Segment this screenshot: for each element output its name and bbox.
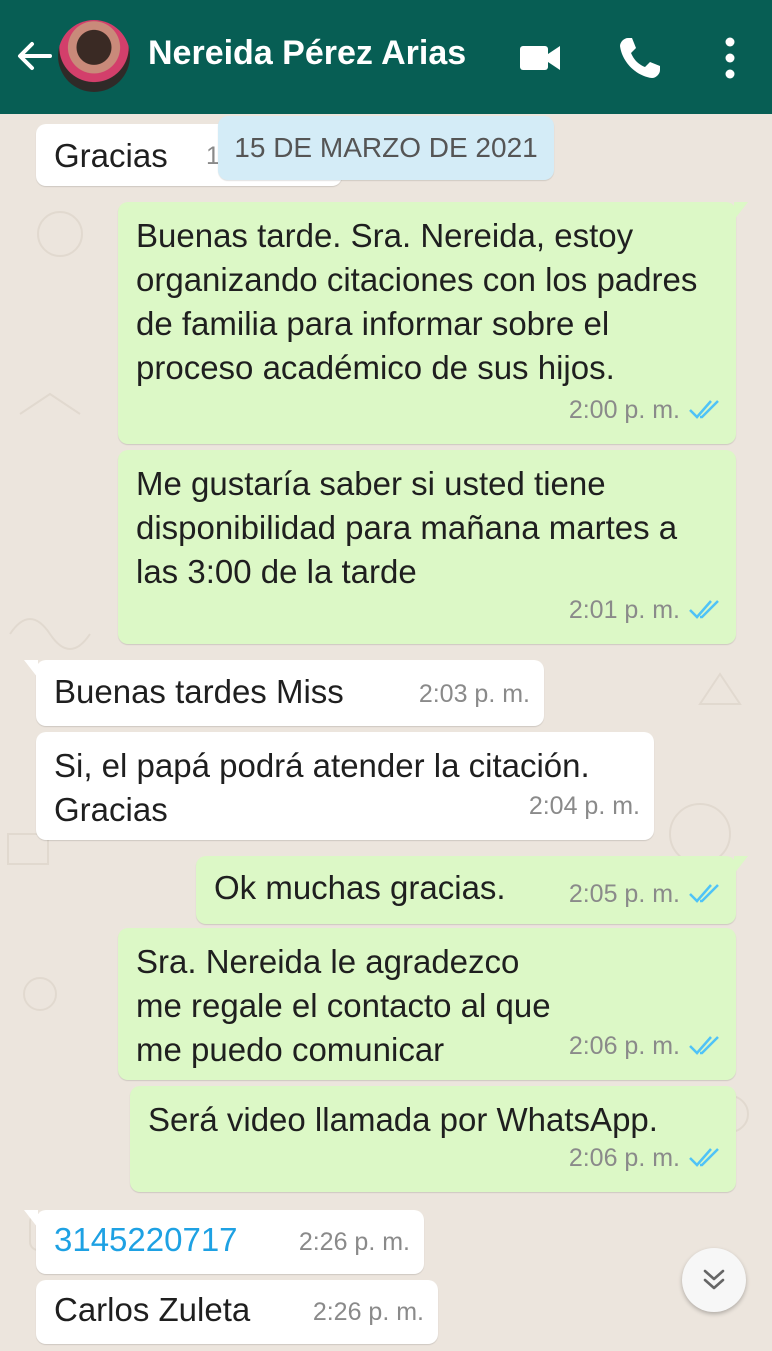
date-chip: 15 DE MARZO DE 2021 <box>218 116 554 180</box>
message-time: 2:06 p. m. <box>569 1024 722 1068</box>
message-time: 2:01 p. m. <box>569 588 722 632</box>
message-bubble-incoming[interactable]: Carlos Zuleta 2:26 p. m. <box>36 1280 438 1344</box>
message-bubble-outgoing[interactable]: Ok muchas gracias. 2:05 p. m. <box>196 856 748 924</box>
message-bubble-outgoing[interactable]: Buenas tarde. Sra. Nereida, estoy organi… <box>118 202 748 444</box>
message-time: 2:03 p. m. <box>418 680 530 708</box>
message-time: 2:00 p. m. <box>569 388 722 432</box>
read-double-check-icon <box>689 1036 719 1055</box>
chat-header: Nereida Pérez Arias <box>0 0 772 114</box>
message-text: Será video llamada por WhatsApp. <box>148 1101 658 1138</box>
phone-icon[interactable] <box>616 34 664 82</box>
more-vert-icon[interactable] <box>706 34 754 82</box>
message-bubble-outgoing[interactable]: Sra. Nereida le agradezco me regale el c… <box>118 928 736 1080</box>
read-double-check-icon <box>689 600 719 619</box>
message-bubble-incoming[interactable]: Buenas tardes Miss 2:03 p. m. <box>24 660 544 726</box>
message-time: 2:04 p. m. <box>528 792 640 820</box>
message-bubble-incoming[interactable]: 3145220717 2:26 p. m. <box>24 1210 424 1274</box>
contact-name[interactable]: Nereida Pérez Arias <box>148 34 466 73</box>
message-bubble-outgoing[interactable]: Será video llamada por WhatsApp. 2:06 p.… <box>130 1086 736 1192</box>
phone-number-link[interactable]: 3145220717 <box>54 1221 238 1258</box>
message-time: 2:05 p. m. <box>569 872 722 916</box>
message-text: Si, el papá podrá atender la citación. G… <box>54 747 590 828</box>
back-arrow-icon[interactable] <box>14 36 54 76</box>
message-text: Carlos Zuleta <box>54 1291 251 1328</box>
chat-area[interactable]: Gracias 1 15 DE MARZO DE 2021 Buenas tar… <box>0 114 772 1351</box>
message-time: 2:26 p. m. <box>312 1298 424 1326</box>
scroll-to-bottom-button[interactable] <box>682 1248 746 1312</box>
message-text: Buenas tardes Miss <box>54 673 344 710</box>
read-double-check-icon <box>689 400 719 419</box>
message-text: Buenas tarde. Sra. Nereida, estoy organi… <box>136 217 698 386</box>
read-double-check-icon <box>689 1148 719 1167</box>
message-text: Gracias <box>54 137 168 174</box>
message-text: Sra. Nereida le agradezco me regale el c… <box>136 943 551 1068</box>
message-text: Me gustaría saber si usted tiene disponi… <box>136 465 678 590</box>
message-time: 2:26 p. m. <box>298 1228 410 1256</box>
avatar[interactable] <box>58 20 130 92</box>
message-bubble-incoming[interactable]: Si, el papá podrá atender la citación. G… <box>36 732 654 840</box>
read-double-check-icon <box>689 884 719 903</box>
message-time: 2:06 p. m. <box>569 1136 722 1180</box>
video-call-icon[interactable] <box>516 34 564 82</box>
message-text: Ok muchas gracias. <box>214 869 506 906</box>
message-bubble-outgoing[interactable]: Me gustaría saber si usted tiene disponi… <box>118 450 736 644</box>
double-chevron-down-icon <box>703 1269 725 1290</box>
